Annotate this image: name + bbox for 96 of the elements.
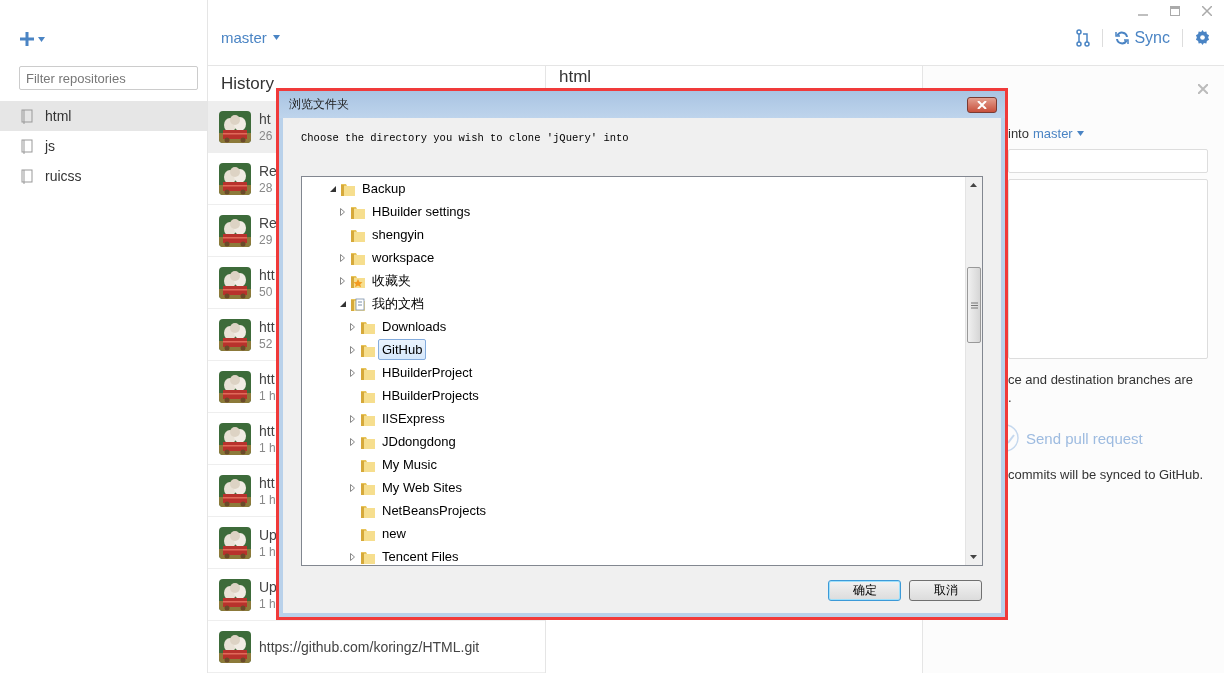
repository-item[interactable]: html [0, 101, 207, 131]
into-label: into [1008, 126, 1029, 141]
caret-icon [38, 36, 45, 42]
tree-item[interactable]: Downloads [378, 316, 451, 337]
tree-item[interactable]: GitHub [378, 339, 427, 360]
commit-title: htt [259, 422, 276, 439]
tree-item[interactable]: HBuilder settings [368, 201, 475, 222]
close-icon [977, 100, 987, 109]
commit-title: https://github.com/koringz/HTML.git [259, 638, 480, 655]
repository-name: ruicss [45, 168, 82, 184]
title-field[interactable] [1008, 149, 1208, 173]
caret-icon [1076, 131, 1084, 136]
commit-meta: 28 [259, 180, 274, 195]
expanded-arrow-icon[interactable] [340, 300, 346, 307]
expanded-arrow-icon[interactable] [330, 185, 336, 192]
pull-request-icon [1076, 28, 1091, 47]
tree-item[interactable]: HBuilderProject [378, 362, 477, 383]
branch-note: ce and destination branches are [1008, 371, 1194, 389]
collapsed-arrow-icon[interactable] [350, 345, 355, 354]
collapsed-arrow-icon[interactable] [340, 253, 345, 262]
settings-button[interactable] [1195, 30, 1210, 45]
tree-item[interactable]: My Web Sites [378, 477, 466, 498]
collapsed-arrow-icon[interactable] [340, 276, 345, 285]
history-title: History [220, 72, 275, 95]
commit-meta: 1 h [259, 544, 277, 559]
commit-meta: 1 h [259, 440, 276, 455]
tree-item[interactable]: IISExpress [378, 408, 449, 429]
commit-meta: 1 h [259, 492, 276, 507]
collapsed-arrow-icon[interactable] [350, 483, 355, 492]
dialog-prompt: Choose the directory you wish to clone 'jQuery' into [301, 132, 630, 144]
branch-dropdown[interactable]: master [221, 29, 280, 46]
commit-meta: 50 [259, 284, 274, 299]
tree-item[interactable]: HBuilderProjects [378, 385, 483, 406]
document-folder-icon [350, 295, 366, 312]
maximize-icon[interactable] [1170, 6, 1180, 16]
commit-meta: 1 h [259, 388, 276, 403]
tree-item[interactable]: Backup [358, 178, 410, 199]
collapsed-arrow-icon[interactable] [350, 368, 355, 377]
sync-icon [1115, 30, 1130, 45]
grip-icon [970, 301, 978, 309]
description-field[interactable] [1008, 179, 1208, 359]
tree-item[interactable]: workspace [368, 247, 439, 268]
branch-note-end: . [1008, 389, 1013, 407]
commit-meta: 29 [259, 232, 274, 247]
commit-title: htt [259, 266, 275, 283]
commit-title: htt [259, 318, 275, 335]
filter-field[interactable]: Filter repositories [19, 66, 198, 90]
commit-title: htt [259, 370, 276, 387]
book-icon [21, 168, 33, 184]
scroll-down-icon[interactable] [970, 555, 977, 559]
commit-title: Up [259, 578, 277, 595]
tree-item[interactable]: shengyin [368, 224, 429, 245]
commit-meta: 52 [259, 336, 274, 351]
scroll-thumb[interactable] [967, 267, 981, 343]
collapsed-arrow-icon[interactable] [350, 437, 355, 446]
scroll-up-icon[interactable] [970, 183, 977, 187]
tree-item[interactable]: new [378, 523, 410, 544]
commit-title: htt [259, 474, 276, 491]
dialog-close-button[interactable] [967, 96, 997, 113]
tree-item[interactable]: 收藏夹 [368, 268, 415, 293]
close-icon[interactable] [1198, 84, 1208, 94]
tree-item[interactable]: 我的文档 [368, 291, 428, 316]
collapsed-arrow-icon[interactable] [350, 414, 355, 423]
repository-name: js [45, 138, 56, 154]
commit-meta: 1 h [259, 596, 277, 611]
repository-name: html [45, 108, 72, 124]
repository-item[interactable]: js [0, 131, 207, 161]
collapsed-arrow-icon[interactable] [350, 322, 355, 331]
detail-title: html [559, 67, 592, 86]
settings-icon [1195, 30, 1210, 45]
sync-button[interactable]: Sync [1115, 28, 1170, 47]
tree-item[interactable]: NetBeansProjects [378, 500, 491, 521]
commit-title: Re [259, 162, 277, 179]
dialog-title: 浏览文件夹 [288, 96, 350, 113]
dialog-button[interactable]: 取消 [909, 580, 982, 601]
dialog-button[interactable]: 确定 [828, 580, 901, 601]
scrollbar[interactable] [965, 177, 982, 565]
sync-note: commits will be synced to GitHub. [1008, 467, 1205, 482]
tree-item[interactable]: My Music [378, 454, 441, 475]
commit-title: ht [259, 110, 272, 127]
commit-title: Re [259, 214, 277, 231]
commit-title: Up [259, 526, 277, 543]
book-icon [21, 138, 33, 154]
tree-item[interactable]: Tencent Files [378, 546, 463, 565]
branch-link[interactable]: master [1032, 126, 1073, 141]
collapsed-arrow-icon[interactable] [340, 207, 345, 216]
book-icon [21, 108, 33, 124]
add-button[interactable] [20, 32, 45, 46]
plus-icon [20, 32, 34, 46]
caret-icon [272, 35, 280, 40]
repository-item[interactable]: ruicss [0, 161, 207, 191]
commit-meta: 26 [259, 128, 273, 143]
collapsed-arrow-icon[interactable] [350, 552, 355, 561]
pull-request-button[interactable] [1076, 28, 1091, 47]
tree-item[interactable]: JDdongdong [378, 431, 460, 452]
close-icon[interactable] [1202, 6, 1212, 16]
